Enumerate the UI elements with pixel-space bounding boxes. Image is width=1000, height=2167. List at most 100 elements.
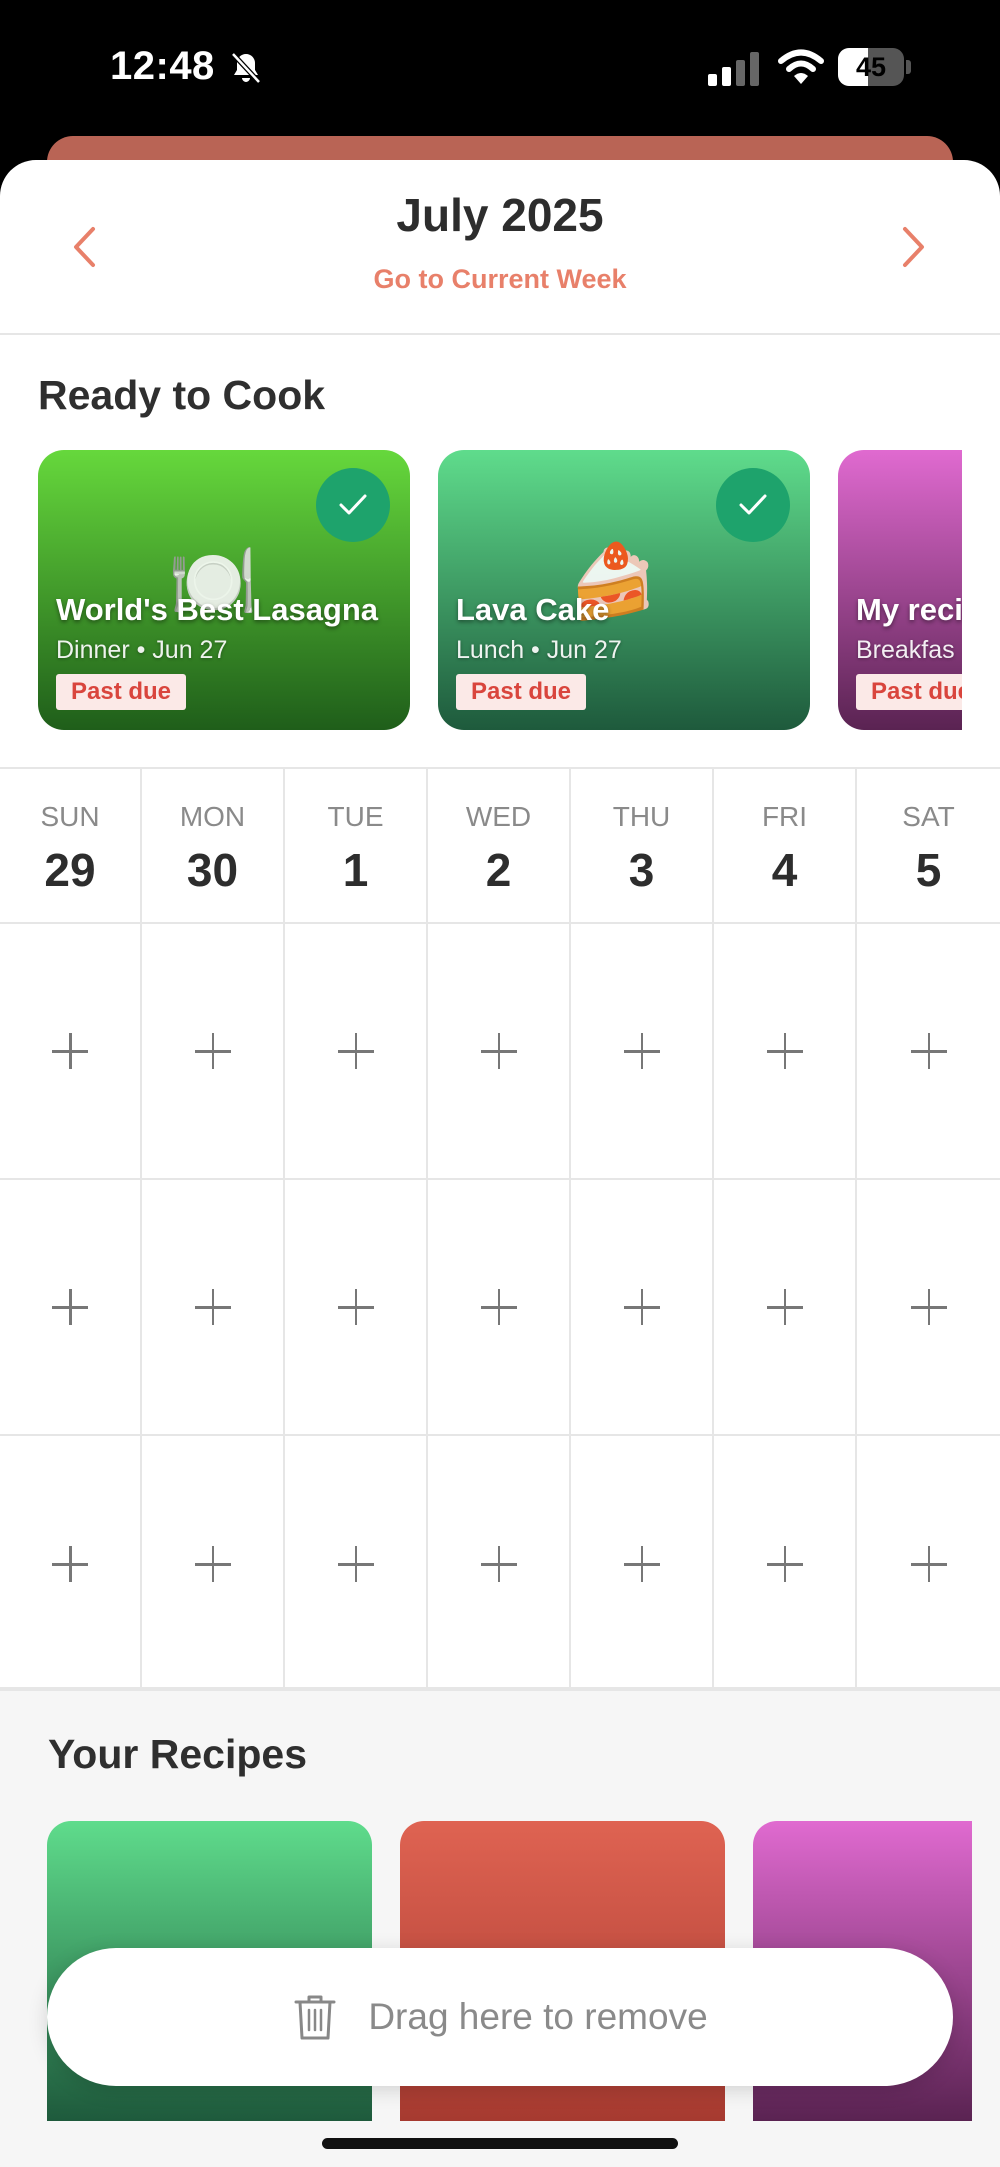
recipe-card-name: Lava Cake bbox=[456, 592, 610, 627]
plus-icon bbox=[909, 1031, 949, 1071]
home-indicator[interactable] bbox=[322, 2138, 678, 2149]
add-meal-slot[interactable] bbox=[571, 1180, 714, 1436]
plus-icon bbox=[50, 1544, 90, 1584]
recipe-card-meta: Dinner • Jun 27 bbox=[56, 636, 228, 664]
plus-icon bbox=[765, 1287, 805, 1327]
plus-icon bbox=[336, 1544, 376, 1584]
checkmark-icon bbox=[339, 494, 367, 515]
day-number: 3 bbox=[628, 844, 655, 896]
page-title: July 2025 bbox=[396, 189, 604, 241]
plus-icon bbox=[909, 1544, 949, 1584]
add-meal-slot[interactable] bbox=[714, 924, 857, 1180]
day-header-tue[interactable]: TUE 1 bbox=[285, 769, 428, 924]
day-number: 1 bbox=[342, 844, 369, 896]
plus-icon bbox=[193, 1544, 233, 1584]
meal-plan-sheet: July 2025 Go to Current Week Ready to Co… bbox=[0, 160, 1000, 2167]
battery-level: 45 bbox=[855, 52, 887, 82]
plus-icon bbox=[622, 1031, 662, 1071]
day-header-sat[interactable]: SAT 5 bbox=[857, 769, 1000, 924]
add-meal-slot[interactable] bbox=[0, 1436, 142, 1692]
your-recipes-section: Your Recipes bbox=[0, 1691, 1000, 2167]
add-meal-slot[interactable] bbox=[571, 924, 714, 1180]
recipe-card-name: My reci bbox=[856, 592, 962, 627]
checkmark-button[interactable] bbox=[316, 468, 390, 542]
day-header-mon[interactable]: MON 30 bbox=[142, 769, 285, 924]
day-name: SAT bbox=[902, 801, 955, 832]
recipe-card-meta: Breakfas bbox=[856, 636, 955, 664]
add-meal-slot[interactable] bbox=[142, 1180, 285, 1436]
day-number: 5 bbox=[915, 844, 942, 896]
add-meal-slot[interactable] bbox=[428, 1180, 571, 1436]
plus-icon bbox=[479, 1287, 519, 1327]
plus-icon bbox=[765, 1031, 805, 1071]
day-number: 2 bbox=[485, 844, 512, 896]
add-meal-slot[interactable] bbox=[0, 924, 142, 1180]
ready-to-cook-title: Ready to Cook bbox=[38, 372, 326, 418]
recipe-card-meta: Lunch • Jun 27 bbox=[456, 636, 622, 664]
ready-recipe-card[interactable]: My reci Breakfas Past due bbox=[838, 450, 962, 730]
add-meal-slot[interactable] bbox=[857, 1180, 1000, 1436]
checkmark-button[interactable] bbox=[716, 468, 790, 542]
past-due-badge: Past due bbox=[56, 674, 187, 710]
day-number: 29 bbox=[44, 844, 96, 896]
chevron-right-icon bbox=[903, 227, 924, 267]
battery-icon: 45 bbox=[838, 48, 912, 86]
week-calendar: SUN 29 MON 30 TUE 1 WED 2 THU 3 FRI 4 SAT 5 bbox=[0, 767, 1000, 1692]
past-due-badge: Past due bbox=[456, 674, 587, 710]
day-name: SUN bbox=[40, 801, 100, 832]
day-number: 4 bbox=[771, 844, 798, 896]
add-meal-slot[interactable] bbox=[428, 924, 571, 1180]
plus-icon bbox=[909, 1287, 949, 1327]
day-header-thu[interactable]: THU 3 bbox=[571, 769, 714, 924]
day-header-fri[interactable]: FRI 4 bbox=[714, 769, 857, 924]
add-meal-slot[interactable] bbox=[0, 1180, 142, 1436]
day-name: THU bbox=[612, 801, 671, 832]
past-due-badge: Past due bbox=[856, 674, 962, 710]
wifi-icon bbox=[778, 49, 824, 84]
go-to-current-week-link[interactable]: Go to Current Week bbox=[0, 264, 1000, 295]
checkmark-icon bbox=[739, 494, 767, 515]
ready-recipe-card[interactable]: 🍰 Lava Cake Lunch • Jun 27 Past due bbox=[438, 450, 810, 730]
plus-icon bbox=[50, 1031, 90, 1071]
day-name: TUE bbox=[327, 801, 384, 832]
add-meal-slot[interactable] bbox=[142, 1436, 285, 1692]
plus-icon bbox=[479, 1031, 519, 1071]
ready-recipe-card[interactable]: 🍽️ World's Best Lasagna Dinner • Jun 27 … bbox=[38, 450, 410, 730]
status-time: 12:48 bbox=[110, 44, 215, 88]
add-meal-slot[interactable] bbox=[142, 924, 285, 1180]
add-meal-slot[interactable] bbox=[285, 924, 428, 1180]
day-name: MON bbox=[179, 801, 246, 832]
drag-to-remove-label: Drag here to remove bbox=[368, 1996, 708, 2037]
plus-icon bbox=[765, 1544, 805, 1584]
add-meal-slot[interactable] bbox=[714, 1436, 857, 1692]
plus-icon bbox=[622, 1544, 662, 1584]
bell-slash-icon bbox=[231, 52, 261, 84]
add-meal-slot[interactable] bbox=[285, 1436, 428, 1692]
plus-icon bbox=[336, 1287, 376, 1327]
status-bar: 12:48 45 bbox=[0, 0, 1000, 140]
day-name: WED bbox=[465, 801, 532, 832]
drag-to-remove-zone[interactable]: Drag here to remove bbox=[47, 1948, 953, 2086]
plus-icon bbox=[622, 1287, 662, 1327]
recipe-card-name: World's Best Lasagna bbox=[56, 592, 379, 627]
day-header-sun[interactable]: SUN 29 bbox=[0, 769, 142, 924]
plus-icon bbox=[193, 1031, 233, 1071]
day-name: FRI bbox=[761, 801, 808, 832]
trash-icon bbox=[294, 1995, 336, 2040]
add-meal-slot[interactable] bbox=[857, 924, 1000, 1180]
ready-to-cook-carousel[interactable]: 🍽️ World's Best Lasagna Dinner • Jun 27 … bbox=[38, 450, 962, 730]
add-meal-slot[interactable] bbox=[571, 1436, 714, 1692]
day-header-wed[interactable]: WED 2 bbox=[428, 769, 571, 924]
plus-icon bbox=[479, 1544, 519, 1584]
plus-icon bbox=[336, 1031, 376, 1071]
day-number: 30 bbox=[186, 844, 239, 896]
add-meal-slot[interactable] bbox=[714, 1180, 857, 1436]
plus-icon bbox=[50, 1287, 90, 1327]
add-meal-slot[interactable] bbox=[428, 1436, 571, 1692]
month-header: July 2025 Go to Current Week bbox=[0, 160, 1000, 335]
next-week-button[interactable] bbox=[892, 222, 936, 272]
your-recipes-title: Your Recipes bbox=[48, 1731, 307, 1777]
signal-icon bbox=[708, 52, 759, 86]
add-meal-slot[interactable] bbox=[285, 1180, 428, 1436]
add-meal-slot[interactable] bbox=[857, 1436, 1000, 1692]
